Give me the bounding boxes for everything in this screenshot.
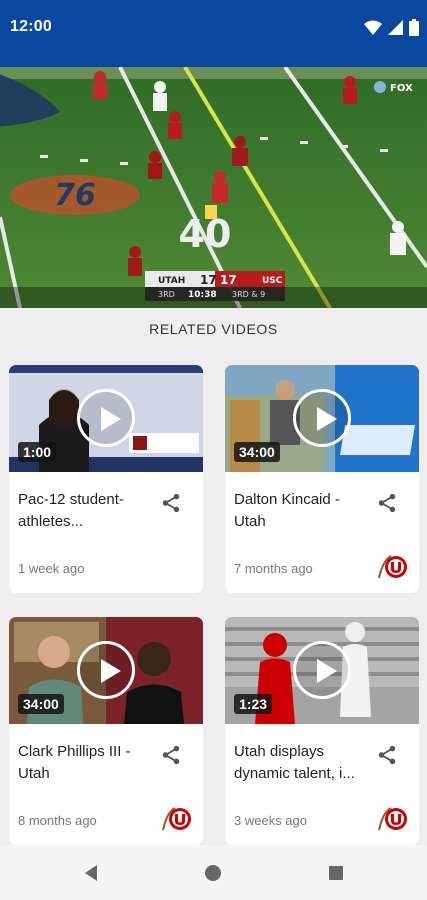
video-date: 3 weeks ago — [234, 813, 307, 828]
video-title[interactable]: Dalton Kincaid - Utah — [234, 489, 374, 533]
utah-utes-logo-icon — [378, 807, 407, 831]
play-button-icon[interactable] — [293, 389, 351, 447]
status-icons — [364, 19, 419, 36]
battery-icon — [409, 19, 419, 36]
recent-apps-icon[interactable] — [324, 861, 348, 885]
share-icon[interactable] — [160, 744, 182, 766]
video-card[interactable]: 1:00 Pac-12 student-athletes... 1 week a… — [9, 365, 203, 593]
cellular-signal-icon — [388, 20, 403, 35]
video-duration: 34:00 — [18, 694, 64, 714]
share-icon[interactable] — [160, 492, 182, 514]
video-duration: 1:23 — [234, 694, 273, 714]
football-field-frame: 76 40 FOX UTAH 17 17 USC 3RD 10:38 3RD &… — [0, 67, 427, 308]
back-icon[interactable] — [80, 861, 104, 885]
wifi-icon — [364, 20, 382, 35]
play-button-icon[interactable] — [293, 641, 351, 699]
video-thumbnail[interactable]: 34:00 — [225, 365, 419, 472]
hero-video-player[interactable]: 76 40 FOX UTAH 17 17 USC 3RD 10:38 3RD &… — [0, 67, 427, 308]
utah-utes-logo-icon — [162, 807, 191, 831]
play-button-icon[interactable] — [77, 389, 135, 447]
video-thumbnail[interactable]: 34:00 — [9, 617, 203, 724]
video-duration: 34:00 — [234, 442, 280, 462]
video-title[interactable]: Pac-12 student-athletes... — [18, 489, 158, 533]
video-duration: 1:00 — [18, 442, 57, 462]
field-number-76: 76 — [54, 178, 96, 213]
scoreboard-down: 3RD & 9 — [232, 290, 265, 299]
scoreboard-home-team: UTAH — [158, 276, 185, 286]
scoreboard-home-score: 17 — [200, 273, 217, 287]
share-icon[interactable] — [376, 492, 398, 514]
video-title[interactable]: Utah displays dynamic talent, i... — [234, 741, 374, 785]
video-date: 8 months ago — [18, 813, 97, 828]
status-bar: 12:00 — [0, 0, 427, 67]
video-card[interactable]: 34:00 Clark Phillips III - Utah 8 months… — [9, 617, 203, 845]
utah-utes-logo-icon — [378, 555, 407, 579]
network-label: FOX — [390, 83, 413, 94]
video-date: 1 week ago — [18, 561, 85, 576]
video-thumbnail[interactable]: 1:23 — [225, 617, 419, 724]
scoreboard-away-score: 17 — [220, 273, 237, 287]
system-navigation-bar — [0, 845, 427, 900]
scoreboard-quarter: 3RD — [158, 290, 175, 299]
fox-logo: FOX — [374, 81, 413, 94]
video-card[interactable]: 34:00 Dalton Kincaid - Utah 7 months ago — [225, 365, 419, 593]
scoreboard-away-team: USC — [262, 276, 283, 286]
video-date: 7 months ago — [234, 561, 313, 576]
video-title[interactable]: Clark Phillips III - Utah — [18, 741, 158, 785]
home-icon[interactable] — [201, 861, 225, 885]
video-thumbnail[interactable]: 1:00 — [9, 365, 203, 472]
play-button-icon[interactable] — [77, 641, 135, 699]
scoreboard-clock: 10:38 — [188, 290, 217, 300]
share-icon[interactable] — [376, 744, 398, 766]
section-title: RELATED VIDEOS — [149, 321, 278, 337]
status-time: 12:00 — [10, 18, 52, 35]
video-card[interactable]: 1:23 Utah displays dynamic talent, i... … — [225, 617, 419, 845]
